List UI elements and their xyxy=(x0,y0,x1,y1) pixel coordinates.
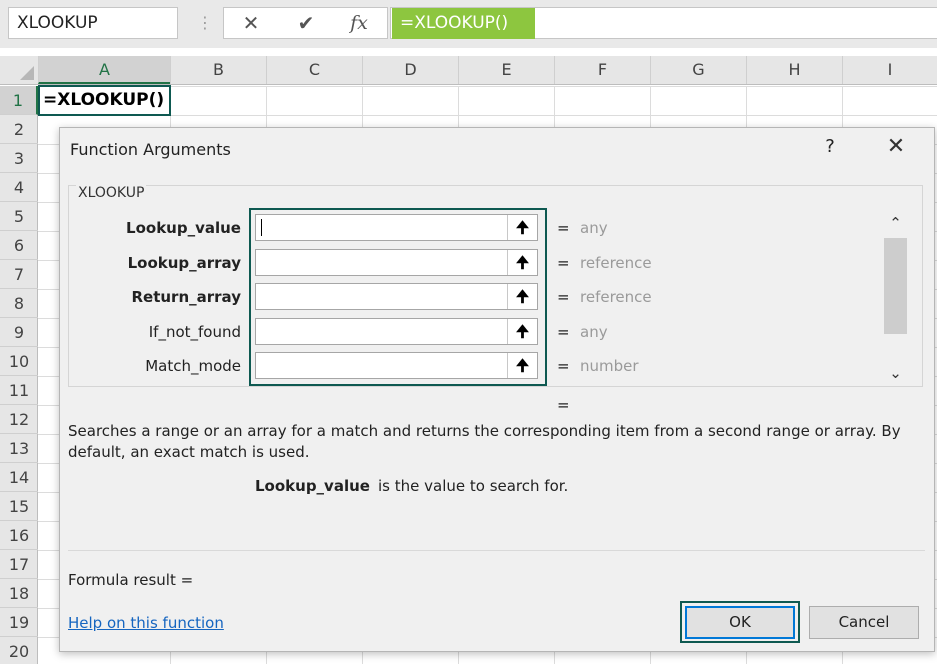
row-header[interactable]: 3 xyxy=(0,144,38,173)
arg-type-match-mode: number xyxy=(580,357,639,375)
row-header[interactable]: 14 xyxy=(0,463,38,492)
arg-equals: = xyxy=(557,219,570,237)
row-header[interactable]: 11 xyxy=(0,376,38,405)
arg-type-return-array: reference xyxy=(580,288,652,306)
ok-button[interactable]: OK xyxy=(685,606,795,639)
row-header[interactable]: 8 xyxy=(0,289,38,318)
dialog-title: Function Arguments xyxy=(70,140,231,159)
scroll-thumb[interactable] xyxy=(884,238,907,334)
row-header[interactable]: 7 xyxy=(0,260,38,289)
arg-equals: = xyxy=(557,323,570,341)
help-on-function-link[interactable]: Help on this function xyxy=(68,614,224,632)
column-header-d[interactable]: D xyxy=(362,56,458,84)
row-header[interactable]: 16 xyxy=(0,521,38,550)
row-header[interactable]: 19 xyxy=(0,608,38,637)
arg-label-match-mode: Match_mode xyxy=(145,357,241,375)
row-header[interactable]: 18 xyxy=(0,579,38,608)
function-description: Searches a range or an array for a match… xyxy=(68,422,901,461)
column-header-e[interactable]: E xyxy=(458,56,554,84)
formula-result-label: Formula result = xyxy=(68,571,194,589)
active-cell-a1[interactable]: =XLOOKUP() xyxy=(38,85,171,116)
row-header[interactable]: 15 xyxy=(0,492,38,521)
arg-label-return-array: Return_array xyxy=(131,288,241,306)
column-header-f[interactable]: F xyxy=(554,56,650,84)
arg-equals: = xyxy=(557,254,570,272)
cancel-icon[interactable]: ✕ xyxy=(236,8,266,38)
enter-icon[interactable]: ✔ xyxy=(291,8,321,38)
divider xyxy=(68,550,925,551)
formula-bar: XLOOKUP ⋮ ✕ ✔ fx =XLOOKUP() xyxy=(0,0,937,48)
column-header-a[interactable]: A xyxy=(38,56,170,84)
row-headers: 1 2 3 4 5 6 7 8 9 10 11 12 13 14 15 16 1… xyxy=(0,86,38,664)
row-header[interactable]: 12 xyxy=(0,405,38,434)
current-arg-name: Lookup_value xyxy=(255,477,370,495)
row-header[interactable]: 9 xyxy=(0,318,38,347)
arg-type-if-not-found: any xyxy=(580,323,608,341)
row-header[interactable]: 13 xyxy=(0,434,38,463)
result-equals: = xyxy=(557,396,570,414)
select-all-button[interactable] xyxy=(0,56,38,84)
function-arguments-dialog: Function Arguments ? ✕ XLOOKUP Lookup_va… xyxy=(59,127,935,652)
row-header[interactable]: 20 xyxy=(0,637,38,664)
row-header[interactable]: 10 xyxy=(0,347,38,376)
column-header-c[interactable]: C xyxy=(266,56,362,84)
current-arg-description: is the value to search for. xyxy=(378,477,569,495)
close-icon[interactable]: ✕ xyxy=(883,134,909,159)
name-box[interactable]: XLOOKUP xyxy=(8,7,178,39)
formula-bar-splitter[interactable]: ⋮ xyxy=(197,10,213,36)
function-name-label: XLOOKUP xyxy=(76,185,147,201)
column-header-h[interactable]: H xyxy=(746,56,842,84)
column-header-g[interactable]: G xyxy=(650,56,746,84)
formula-buttons: ✕ ✔ fx xyxy=(223,7,388,39)
formula-text[interactable]: =XLOOKUP() xyxy=(392,8,535,39)
row-header[interactable]: 2 xyxy=(0,115,38,144)
arg-type-lookup-value: any xyxy=(580,219,608,237)
arguments-scrollbar[interactable]: ⌃ ⌄ xyxy=(883,212,908,382)
row-header[interactable]: 5 xyxy=(0,202,38,231)
row-header[interactable]: 4 xyxy=(0,173,38,202)
row-header[interactable]: 1 xyxy=(0,86,38,115)
inputs-highlight xyxy=(249,208,547,386)
row-header[interactable]: 6 xyxy=(0,231,38,260)
row-header[interactable]: 17 xyxy=(0,550,38,579)
arg-label-lookup-array: Lookup_array xyxy=(127,254,241,272)
arg-type-lookup-array: reference xyxy=(580,254,652,272)
insert-function-button[interactable]: fx xyxy=(344,8,374,38)
arg-equals: = xyxy=(557,357,570,375)
scroll-up-icon[interactable]: ⌃ xyxy=(883,214,908,232)
column-header-b[interactable]: B xyxy=(170,56,266,84)
column-headers: A B C D E F G H I xyxy=(0,56,937,85)
arg-equals: = xyxy=(557,288,570,306)
arg-label-if-not-found: If_not_found xyxy=(148,323,241,341)
column-header-i[interactable]: I xyxy=(842,56,937,84)
cancel-button[interactable]: Cancel xyxy=(809,606,919,639)
help-icon[interactable]: ? xyxy=(820,136,840,157)
arg-label-lookup-value: Lookup_value xyxy=(126,219,241,237)
scroll-down-icon[interactable]: ⌄ xyxy=(883,364,908,382)
